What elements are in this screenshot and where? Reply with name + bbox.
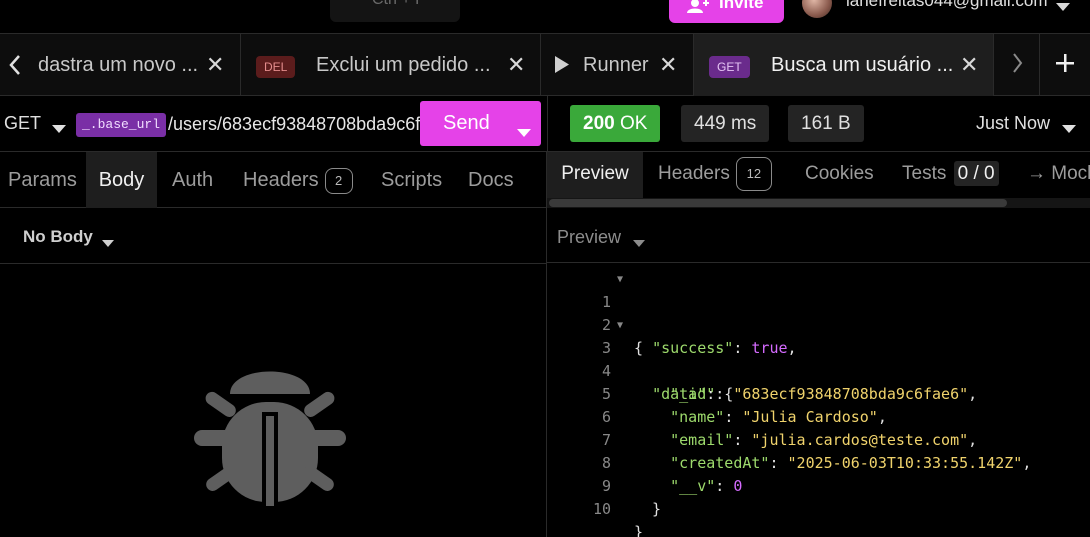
url-bar: GET _.base_url/users/683ecf93848708bda9c… — [0, 96, 547, 152]
chevron-left-icon[interactable] — [8, 54, 22, 82]
request-tab-bar: dastra um novo ... ✕ DEL Exclui um pedid… — [0, 34, 1090, 96]
method-badge: DEL — [256, 56, 296, 78]
command-palette-box[interactable]: Ctrl + P — [330, 0, 460, 22]
preview-mode-select[interactable]: Preview — [557, 228, 621, 246]
response-tabs: Preview Headers 12 Cookies Tests 0 / 0 → … — [547, 152, 1090, 198]
tab-tests-label: Tests — [902, 163, 947, 184]
response-history-select[interactable]: Just Now — [976, 114, 1050, 132]
plus-icon — [1056, 53, 1074, 77]
tab-scripts[interactable]: Scripts — [381, 152, 442, 208]
code-line: 6 "email": "julia.cardos@teste.com", — [547, 383, 1090, 449]
send-label: Send — [443, 112, 490, 134]
headers-count-badge: 2 — [324, 167, 353, 194]
tab-get-user[interactable]: GET Busca um usuário ... ✕ — [694, 34, 994, 96]
chevron-down-icon[interactable] — [517, 120, 531, 143]
code-line: 2 "success": true, — [547, 291, 1090, 357]
tab-delete-order[interactable]: DEL Exclui um pedido ... ✕ — [241, 34, 541, 96]
scrollbar-thumb[interactable] — [549, 199, 1007, 207]
close-icon[interactable]: ✕ — [960, 54, 978, 76]
code-line: 10 } — [547, 475, 1090, 537]
close-icon[interactable]: ✕ — [507, 54, 525, 76]
invite-button[interactable]: Invite — [669, 0, 784, 23]
fold-arrow-icon[interactable]: ▼ — [617, 268, 623, 291]
code-line: 1 ▼ { — [547, 268, 1090, 357]
preview-mode-bar: Preview — [547, 208, 1090, 263]
method-select[interactable]: GET — [4, 114, 41, 132]
tab-params[interactable]: Params — [8, 152, 77, 208]
chevron-down-icon[interactable] — [1056, 0, 1070, 16]
status-code: 200 — [583, 113, 615, 134]
send-button[interactable]: Send — [420, 101, 541, 146]
tabs-scrollbar[interactable] — [547, 198, 1090, 208]
tab-response-headers-label: Headers — [658, 163, 730, 184]
chevron-down-icon[interactable] — [52, 120, 66, 138]
body-mode-bar: No Body — [0, 208, 547, 264]
response-status-bar: 200 OK 449 ms 161 B Just Now — [547, 96, 1090, 152]
invite-label: Invite — [719, 0, 764, 12]
tab-create-request[interactable]: dastra um novo ... ✕ — [0, 34, 241, 96]
new-tab-button[interactable] — [1040, 34, 1090, 96]
response-time: 449 ms — [681, 105, 770, 142]
tab-label: Exclui um pedido ... — [316, 53, 491, 76]
shortcut-hint: Ctrl + P — [372, 0, 426, 8]
tab-runner[interactable]: Runner ✕ — [541, 34, 694, 96]
fold-arrow-icon[interactable]: ▼ — [617, 314, 623, 337]
close-icon[interactable]: ✕ — [206, 54, 224, 76]
response-size: 161 B — [788, 105, 864, 142]
code-line: 7 "createdAt": "2025-06-03T10:33:55.142Z… — [547, 406, 1090, 472]
tests-score: 0 / 0 — [953, 161, 999, 186]
close-icon[interactable]: ✕ — [659, 54, 677, 76]
tab-headers-label: Headers — [243, 169, 319, 191]
user-email[interactable]: lanefreitas044@gmail.com — [846, 0, 1048, 9]
tab-label: dastra um novo ... — [38, 53, 199, 76]
code-line: 9 } — [547, 452, 1090, 518]
empty-body-area — [0, 264, 547, 537]
response-body-viewer[interactable]: 1 ▼ { 2 "success": true, 3 ▼ "data": { 4… — [547, 268, 1090, 537]
bug-icon — [190, 352, 350, 522]
scroll-tabs-right-button[interactable] — [994, 34, 1040, 96]
env-variable-chip[interactable]: _.base_url — [76, 113, 167, 138]
tab-label: Runner — [583, 53, 649, 76]
url-input[interactable]: _.base_url/users/683ecf93848708bda9c6fae… — [76, 110, 421, 138]
status-text: OK — [619, 113, 648, 134]
body-mode-select[interactable]: No Body — [23, 228, 93, 245]
tab-auth[interactable]: Auth — [172, 152, 213, 208]
chevron-right-icon — [1011, 52, 1023, 79]
url-path: /users/683ecf93848708bda9c6fae6 — [168, 114, 421, 134]
tab-headers[interactable]: Headers 2 — [243, 152, 353, 208]
tab-preview[interactable]: Preview — [547, 152, 643, 198]
chevron-down-icon[interactable] — [1062, 120, 1076, 138]
request-sub-tabs: Params Body Auth Headers 2 Scripts Docs — [0, 152, 547, 208]
response-headers-count-badge: 12 — [735, 156, 772, 191]
tab-response-headers[interactable]: Headers 12 — [658, 152, 772, 198]
tab-docs[interactable]: Docs — [468, 152, 514, 208]
top-bar: Ctrl + P Invite lanefreitas044@gmail.com — [0, 0, 1090, 34]
tab-mock[interactable]: → Mock — [1027, 152, 1090, 198]
chevron-down-icon[interactable] — [633, 234, 645, 252]
response-panel: Preview Headers 12 Cookies Tests 0 / 0 → … — [546, 152, 1090, 537]
chevron-down-icon[interactable] — [102, 234, 114, 252]
code-line: 3 ▼ "data": { — [547, 314, 1090, 403]
code-line: 8 "__v": 0 — [547, 429, 1090, 495]
tab-tests[interactable]: Tests 0 / 0 — [902, 152, 999, 198]
code-line: 5 "name": "Julia Cardoso", — [547, 360, 1090, 426]
code-line: 4 "_id": "683ecf93848708bda9c6fae6", — [547, 337, 1090, 403]
tab-cookies[interactable]: Cookies — [805, 152, 874, 198]
method-badge: GET — [709, 56, 750, 78]
tab-body[interactable]: Body — [86, 152, 157, 208]
line-number: 10 — [592, 500, 611, 518]
add-user-icon — [687, 0, 709, 18]
avatar[interactable] — [802, 0, 832, 18]
play-icon — [555, 56, 569, 79]
tab-label: Busca um usuário ... — [771, 53, 954, 76]
status-badge: 200 OK — [570, 105, 661, 142]
